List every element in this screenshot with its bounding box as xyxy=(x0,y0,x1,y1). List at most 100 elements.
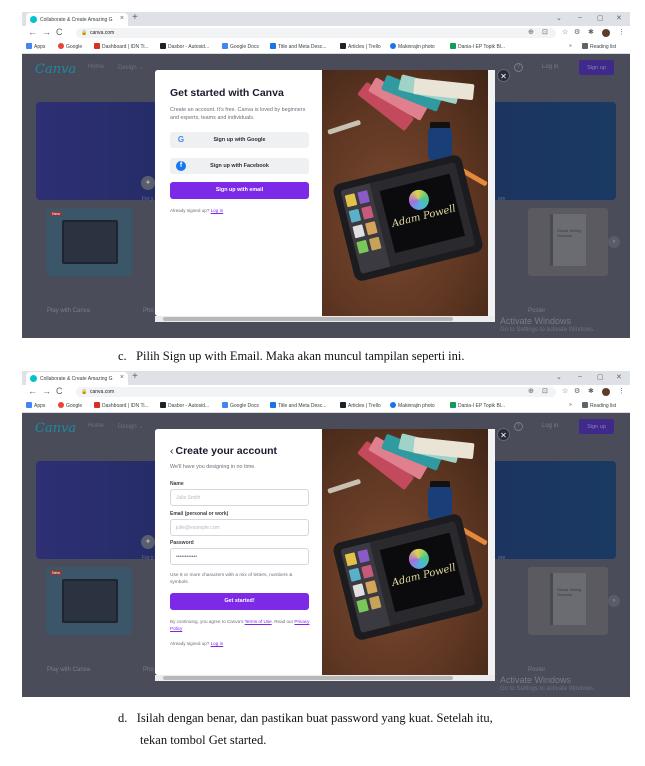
star-icon[interactable]: ☆ xyxy=(562,28,568,36)
reading-list[interactable]: Reading list xyxy=(582,402,616,409)
maximize-icon[interactable]: ▢ xyxy=(597,14,604,22)
bookmark-google[interactable]: Google xyxy=(58,402,82,409)
new-tab-icon[interactable]: + xyxy=(132,12,138,23)
modal-close-icon[interactable]: ✕ xyxy=(497,69,510,82)
close-window-icon[interactable]: ✕ xyxy=(616,14,622,22)
tab-search-icon[interactable]: ⌄ xyxy=(556,373,562,381)
tab-close-icon[interactable]: × xyxy=(120,374,124,381)
poster-card[interactable]: Virtual Selling Success xyxy=(528,208,608,276)
modal-close-icon[interactable]: ✕ xyxy=(497,428,510,441)
extension-icon[interactable]: ⚙ xyxy=(574,387,580,395)
bookmark-dasbor[interactable]: Dasbor - Autosid... xyxy=(160,43,209,50)
translate-icon[interactable]: ⊕ xyxy=(528,28,534,36)
login-link[interactable]: Log in xyxy=(542,423,558,429)
reload-icon[interactable]: C xyxy=(56,27,63,37)
next-arrow-icon[interactable]: › xyxy=(608,595,620,607)
bookmark-more[interactable]: » xyxy=(569,43,572,49)
share-icon[interactable]: ⊡ xyxy=(542,28,548,36)
bookmark-more[interactable]: » xyxy=(569,402,572,408)
bookmark-title-meta[interactable]: Title and Meta Desc... xyxy=(270,43,326,50)
profile-avatar[interactable] xyxy=(602,388,610,396)
get-started-button[interactable]: Get started! xyxy=(170,593,309,610)
signup-button[interactable]: Sign up xyxy=(579,419,614,434)
reading-list[interactable]: Reading list xyxy=(582,43,616,50)
modal-horizontal-scrollbar[interactable] xyxy=(155,675,495,681)
close-window-icon[interactable]: ✕ xyxy=(616,373,622,381)
nav-home[interactable]: Home xyxy=(88,64,104,70)
forward-icon[interactable]: → xyxy=(42,386,51,396)
canva-logo[interactable]: Canva xyxy=(35,62,76,77)
google-signup-button[interactable]: G Sign up with Google xyxy=(170,132,309,148)
play-card[interactable]: New xyxy=(46,208,132,276)
bookmark-apps[interactable]: Apps xyxy=(26,402,45,409)
email-field[interactable]: julie@example.com xyxy=(170,519,309,536)
signup-button[interactable]: Sign up xyxy=(579,60,614,75)
new-tab-icon[interactable]: + xyxy=(132,371,138,382)
facebook-signup-button[interactable]: f Sign up with Facebook xyxy=(170,158,309,174)
bookmark-dania[interactable]: Dania-I EP Topik Bl... xyxy=(450,43,505,50)
bookmark-dashboard[interactable]: Dashboard | IDN Ti... xyxy=(94,402,149,409)
tab-title: Collaborate & Create Amazing G xyxy=(40,17,113,23)
name-field[interactable]: Julie Smith xyxy=(170,489,309,506)
login-link[interactable]: Log in xyxy=(211,208,224,213)
help-icon[interactable]: ? xyxy=(514,63,523,72)
star-icon[interactable]: ☆ xyxy=(562,387,568,395)
email-signup-button[interactable]: Sign up with email xyxy=(170,182,309,199)
maximize-icon[interactable]: ▢ xyxy=(597,373,604,381)
back-chevron-icon[interactable]: ‹ xyxy=(170,445,174,457)
reload-icon[interactable]: C xyxy=(56,386,63,396)
template-thumb xyxy=(348,567,362,582)
bookmark-google[interactable]: Google xyxy=(58,43,82,50)
bookmark-dashboard[interactable]: Dashboard | IDN Ti... xyxy=(94,43,149,50)
profile-avatar[interactable] xyxy=(602,29,610,37)
help-icon[interactable]: ? xyxy=(514,422,523,431)
terms-link[interactable]: Terms of Use xyxy=(245,619,272,624)
bookmark-trello[interactable]: Articles | Trello xyxy=(340,402,381,409)
nav-design[interactable]: Design ⌄ xyxy=(118,64,143,71)
password-field[interactable]: •••••••••••• xyxy=(170,548,309,565)
modal-vertical-scrollbar[interactable] xyxy=(488,429,495,675)
menu-icon[interactable]: ⋮ xyxy=(618,28,625,36)
back-icon[interactable]: ← xyxy=(28,27,37,37)
minimize-icon[interactable]: – xyxy=(578,14,582,21)
bookmark-docs[interactable]: Google Docs xyxy=(222,43,259,50)
tablet-illustration: Adam Powell xyxy=(322,70,495,316)
bookmark-docs[interactable]: Google Docs xyxy=(222,402,259,409)
nav-design[interactable]: Design ⌄ xyxy=(118,423,143,430)
nav-home[interactable]: Home xyxy=(88,423,104,429)
share-icon[interactable]: ⊡ xyxy=(542,387,548,395)
address-bar[interactable]: 🔒 canva.com xyxy=(76,387,556,397)
login-link[interactable]: Log in xyxy=(542,64,558,70)
trello-icon xyxy=(340,43,346,49)
template-thumb xyxy=(368,236,382,251)
menu-icon[interactable]: ⋮ xyxy=(618,387,625,395)
poster-card[interactable]: Virtual Selling Success xyxy=(528,567,608,635)
bookmark-makinrajin[interactable]: Makinrajin photo xyxy=(390,402,435,409)
modal-horizontal-scrollbar[interactable] xyxy=(155,316,495,322)
address-bar[interactable]: 🔒 canva.com xyxy=(76,28,556,38)
bookmark-apps[interactable]: Apps xyxy=(26,43,45,50)
forward-icon[interactable]: → xyxy=(42,27,51,37)
scroll-thumb[interactable] xyxy=(163,676,453,680)
translate-icon[interactable]: ⊕ xyxy=(528,387,534,395)
puzzle-icon[interactable]: ✱ xyxy=(588,28,594,36)
canva-logo[interactable]: Canva xyxy=(35,421,76,436)
bookmark-makinrajin[interactable]: Makinrajin photo xyxy=(390,43,435,50)
extension-icon[interactable]: ⚙ xyxy=(574,28,580,36)
puzzle-icon[interactable]: ✱ xyxy=(588,387,594,395)
scroll-thumb[interactable] xyxy=(163,317,453,321)
bookmark-trello[interactable]: Articles | Trello xyxy=(340,43,381,50)
login-link[interactable]: Log in xyxy=(211,641,224,646)
back-icon[interactable]: ← xyxy=(28,386,37,396)
next-arrow-icon[interactable]: › xyxy=(608,236,620,248)
modal-vertical-scrollbar[interactable] xyxy=(488,70,495,316)
minimize-icon[interactable]: – xyxy=(578,373,582,380)
tab-search-icon[interactable]: ⌄ xyxy=(556,14,562,22)
bookmark-dania[interactable]: Dania-I EP Topik Bl... xyxy=(450,402,505,409)
browser-tab[interactable]: Collaborate & Create Amazing G × xyxy=(26,372,128,385)
tab-close-icon[interactable]: × xyxy=(120,15,124,22)
browser-tab[interactable]: Collaborate & Create Amazing G × xyxy=(26,13,128,26)
play-card[interactable]: New xyxy=(46,567,132,635)
bookmark-title-meta[interactable]: Title and Meta Desc... xyxy=(270,402,326,409)
bookmark-dasbor[interactable]: Dasbor - Autosid... xyxy=(160,402,209,409)
